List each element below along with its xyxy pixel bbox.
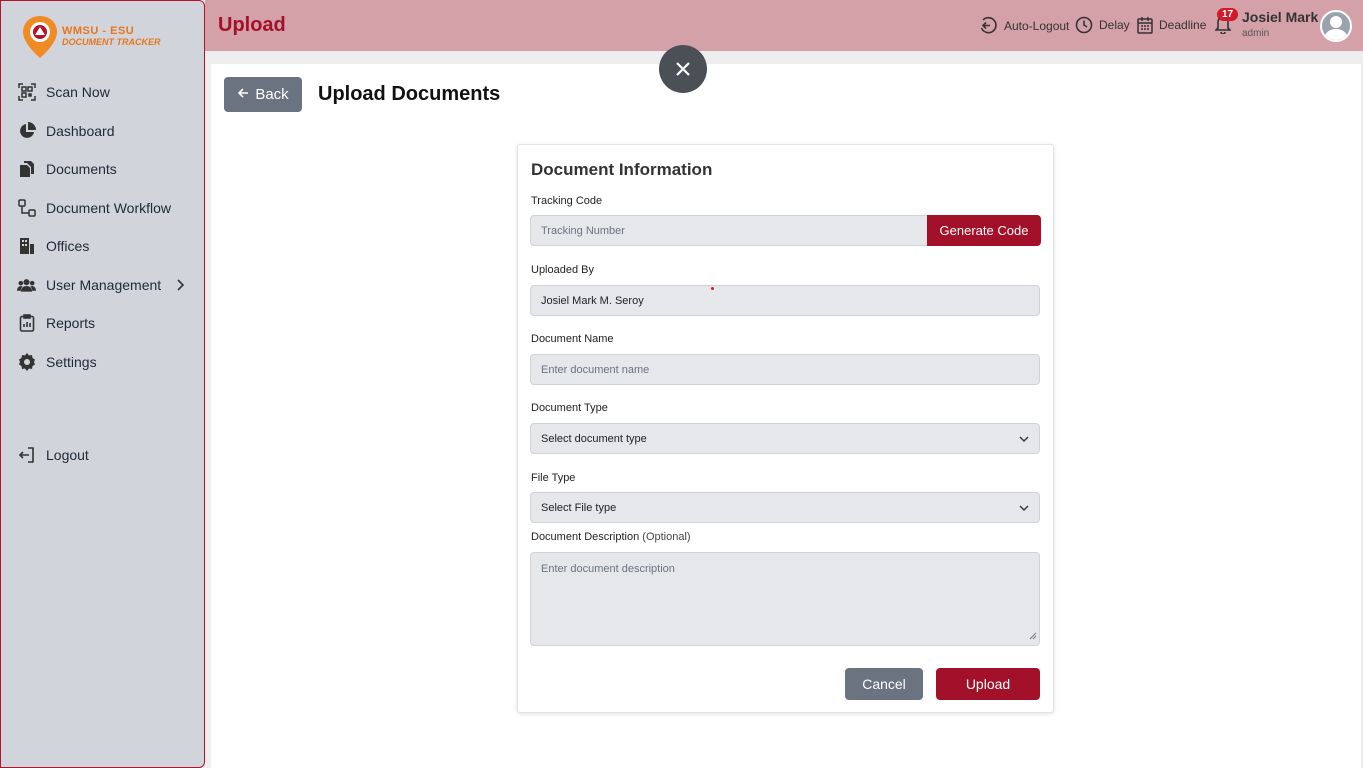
uploaded-by-label: Uploaded By [531, 264, 594, 276]
qr-scan-icon [17, 83, 36, 102]
deadline-label: Deadline [1159, 18, 1207, 32]
clock-icon [1075, 16, 1093, 34]
pie-chart-icon [17, 121, 36, 140]
avatar[interactable] [1320, 10, 1352, 42]
file-type-label: File Type [531, 472, 576, 484]
chevron-right-icon [176, 278, 185, 294]
sidebar-item-user-management[interactable]: User Management [1, 266, 204, 305]
auto-logout-icon [980, 16, 997, 34]
logout-label: Logout [46, 447, 89, 464]
sidebar-item-settings[interactable]: Settings [1, 343, 204, 382]
logo-pin-icon [22, 15, 58, 59]
sidebar-item-label: Reports [46, 315, 96, 332]
page-header-title: Upload [218, 14, 286, 36]
building-icon [17, 237, 36, 256]
generate-code-button[interactable]: Generate Code [927, 215, 1041, 246]
delay-button[interactable]: Delay [1075, 16, 1130, 34]
file-type-value: Select File type [541, 501, 617, 514]
document-type-value: Select document type [541, 432, 647, 445]
sidebar-item-label: User Management [46, 276, 162, 293]
description-label-text: Document Description [531, 531, 640, 543]
sidebar-item-label: Document Workflow [46, 199, 172, 216]
logo-subtitle: DOCUMENT TRACKER [62, 37, 161, 47]
deadline-button[interactable]: Deadline [1137, 16, 1206, 34]
back-label: Back [255, 86, 289, 103]
cursor-dot [711, 287, 714, 290]
sidebar-item-label: Scan Now [46, 84, 110, 101]
document-description-textarea[interactable]: Enter document description [530, 552, 1040, 646]
tracking-code-label: Tracking Code [531, 195, 603, 207]
back-button[interactable]: Back [224, 77, 302, 112]
chevron-down-icon [1019, 436, 1029, 442]
sidebar-item-scan-now[interactable]: Scan Now [1, 73, 204, 112]
sidebar-item-offices[interactable]: Offices [1, 227, 204, 266]
tracking-number-input[interactable]: Tracking Number [530, 215, 928, 246]
document-type-select[interactable]: Select document type [530, 423, 1040, 454]
sidebar-item-label: Offices [46, 238, 90, 255]
user-role: admin [1242, 28, 1270, 39]
page-title: Upload Documents [318, 83, 501, 105]
uploaded-by-field[interactable]: Josiel Mark M. Seroy [530, 285, 1040, 316]
logo-title: WMSU - ESU [62, 25, 135, 37]
delay-label: Delay [1099, 18, 1130, 32]
sidebar-nav: Scan Now Dashboard Documents Document Wo… [1, 73, 204, 381]
users-icon [17, 275, 36, 294]
document-name-input[interactable]: Enter document name [530, 354, 1040, 385]
document-type-label: Document Type [531, 402, 608, 414]
chevron-down-icon [1019, 505, 1029, 511]
close-icon [676, 62, 690, 76]
resize-handle-icon[interactable] [1029, 631, 1037, 643]
sidebar-item-documents[interactable]: Documents [1, 150, 204, 189]
notification-badge: 17 [1217, 8, 1239, 21]
workflow-icon [17, 198, 36, 217]
close-button[interactable] [659, 45, 707, 93]
document-description-label: Document Description (Optional) [531, 531, 691, 543]
sidebar-item-label: Settings [46, 353, 97, 370]
sidebar-item-logout[interactable]: Logout [1, 436, 204, 475]
logout-icon [17, 446, 36, 465]
app-logo[interactable]: WMSU - ESU DOCUMENT TRACKER [22, 15, 161, 59]
top-header: Upload Auto-Logout Delay Deadline 17 Jos… [205, 0, 1363, 51]
documents-icon [17, 160, 36, 179]
file-type-select[interactable]: Select File type [530, 492, 1040, 523]
optional-label: (Optional) [642, 531, 691, 543]
logo-text: WMSU - ESU DOCUMENT TRACKER [62, 26, 161, 48]
sidebar-item-reports[interactable]: Reports [1, 304, 204, 343]
document-name-label: Document Name [531, 333, 614, 345]
calendar-icon [1137, 17, 1153, 34]
cancel-button[interactable]: Cancel [845, 668, 923, 700]
description-placeholder: Enter document description [541, 563, 675, 575]
auto-logout-label: Auto-Logout [1004, 18, 1070, 33]
sidebar-item-document-workflow[interactable]: Document Workflow [1, 189, 204, 228]
card-title: Document Information [531, 160, 713, 179]
clipboard-icon [17, 314, 36, 333]
document-info-card: Document Information Tracking Code Track… [517, 144, 1054, 713]
sidebar-item-dashboard[interactable]: Dashboard [1, 112, 204, 151]
user-name[interactable]: Josiel Mark [1242, 9, 1318, 25]
upload-button[interactable]: Upload [936, 668, 1040, 700]
gear-icon [17, 352, 36, 371]
arrow-left-icon [237, 86, 249, 103]
sidebar-item-label: Documents [46, 161, 117, 178]
sidebar-item-label: Dashboard [46, 122, 115, 139]
sidebar: WMSU - ESU DOCUMENT TRACKER Scan Now Das… [0, 0, 205, 768]
auto-logout-button[interactable]: Auto-Logout [979, 16, 1069, 35]
